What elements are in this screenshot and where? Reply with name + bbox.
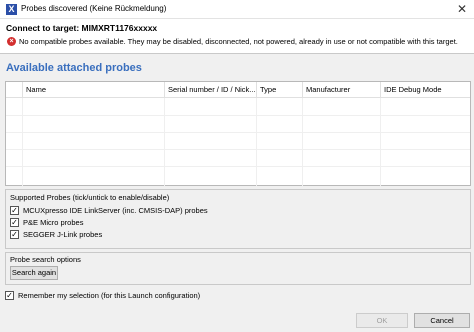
probe-option-pemicro[interactable]: ✓ P&E Micro probes [10,218,83,228]
connect-target-title: Connect to target: MIMXRT1176xxxxx [6,23,158,33]
column-name[interactable]: Name [22,82,164,98]
checkbox-linkserver[interactable]: ✓ [10,206,19,215]
probe-search-options-title: Probe search options [10,255,81,264]
header-divider [0,53,474,54]
app-icon: X [6,4,17,15]
column-divider [22,98,23,186]
search-again-button[interactable]: Search again [10,266,58,280]
checkbox-pemicro[interactable]: ✓ [10,218,19,227]
remember-selection-label: Remember my selection (for this Launch c… [18,291,201,300]
window-titlebar: X Probes discovered (Keine Rückmeldung) … [0,0,474,19]
checkbox-jlink[interactable]: ✓ [10,230,19,239]
column-type[interactable]: Type [256,82,302,98]
probe-option-label: SEGGER J-Link probes [23,230,103,239]
close-icon[interactable]: ✕ [454,1,470,17]
probes-table[interactable]: Name Serial number / ID / Nick... Type M… [5,81,471,186]
ok-button[interactable]: OK [356,313,408,328]
column-divider [164,98,165,186]
row-divider [6,132,470,133]
column-divider [302,98,303,186]
row-divider [6,166,470,167]
probe-option-jlink[interactable]: ✓ SEGGER J-Link probes [10,230,102,240]
remember-selection[interactable]: ✓ Remember my selection (for this Launch … [5,291,200,301]
column-ide-debug-mode[interactable]: IDE Debug Mode [380,82,471,98]
probe-option-label: MCUXpresso IDE LinkServer (inc. CMSIS-DA… [23,206,208,215]
probe-search-options-group: Probe search options Search again [5,252,471,285]
dialog-header: Connect to target: MIMXRT1176xxxxx × No … [0,19,474,53]
error-icon: × [7,37,16,46]
probe-option-linkserver[interactable]: ✓ MCUXpresso IDE LinkServer (inc. CMSIS-D… [10,206,208,216]
error-message: No compatible probes available. They may… [19,37,458,46]
row-divider [6,149,470,150]
window-title: Probes discovered (Keine Rückmeldung) [21,4,167,13]
supported-probes-group: Supported Probes (tick/untick to enable/… [5,189,471,249]
probe-option-label: P&E Micro probes [23,218,84,227]
cancel-button[interactable]: Cancel [414,313,470,328]
column-manufacturer[interactable]: Manufacturer [302,82,380,98]
checkbox-remember[interactable]: ✓ [5,291,14,300]
column-serial[interactable]: Serial number / ID / Nick... [164,82,256,98]
supported-probes-title: Supported Probes (tick/untick to enable/… [10,193,170,202]
column-divider [256,98,257,186]
probes-table-header: Name Serial number / ID / Nick... Type M… [6,82,470,98]
column-divider [380,98,381,186]
available-probes-title: Available attached probes [6,62,142,74]
row-divider [6,115,470,116]
